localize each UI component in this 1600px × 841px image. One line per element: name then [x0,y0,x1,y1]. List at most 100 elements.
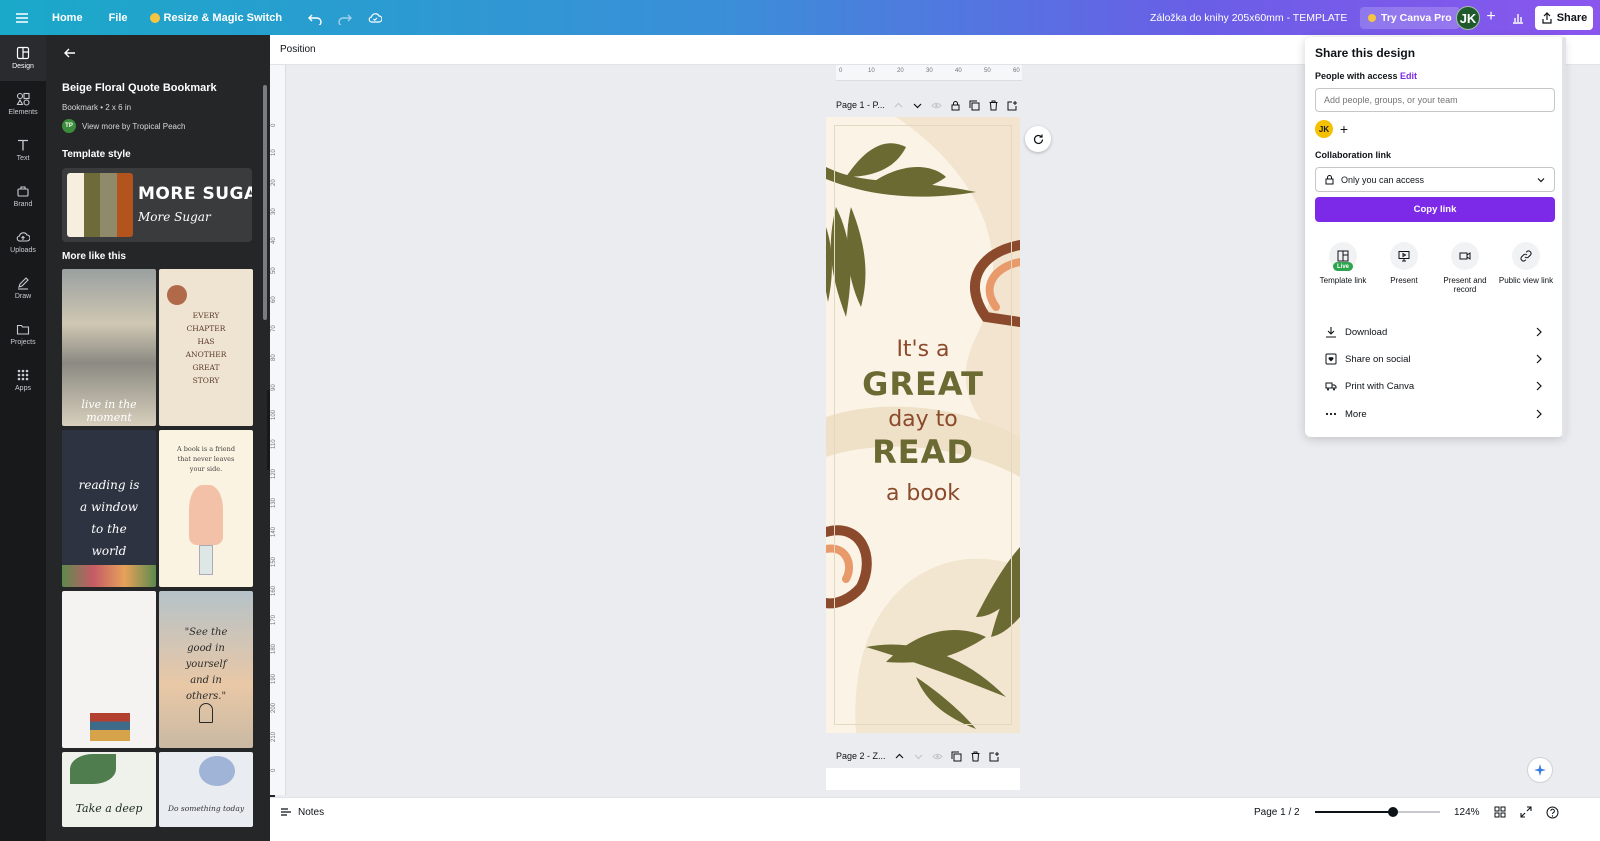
add-collaborator-button[interactable]: + [1482,8,1500,26]
template-thumbnail[interactable] [62,591,156,748]
refresh-icon [1033,134,1043,144]
apps-grid-icon [17,369,29,381]
user-avatar[interactable]: JK [1456,6,1480,30]
chevron-up-icon[interactable] [893,100,904,111]
bookmark-page-2[interactable] [826,768,1020,790]
add-member-button[interactable]: + [1335,120,1353,138]
template-thumbnail[interactable]: EVERY CHAPTER HAS ANOTHER GREAT STORY [159,269,253,426]
rail-item-elements[interactable]: Elements [0,81,46,127]
document-title[interactable]: Záložka do knihy 205x60mm - TEMPLATE [1150,0,1347,35]
bookmark-page-1[interactable]: It's a GREAT day to READ a book [826,117,1020,733]
ruler-tick-label: 0 [271,123,277,127]
page-2-label[interactable]: Page 2 - Z... [836,751,886,761]
page-1-label[interactable]: Page 1 - P... [836,100,885,110]
quote-line-5[interactable]: a book [826,481,1020,506]
rail-item-apps[interactable]: Apps [0,357,46,403]
chevron-down-icon[interactable] [912,100,923,111]
rail-item-brand[interactable]: Brand [0,173,46,219]
tulips-decoration [189,485,223,545]
member-avatar[interactable]: JK [1315,120,1333,138]
home-button[interactable]: Home [44,0,91,35]
magic-refresh-button[interactable] [1025,126,1051,152]
heart-icon [1325,353,1337,365]
leaf-decoration [70,754,116,784]
rail-label: Uploads [10,247,36,254]
rail-item-uploads[interactable]: Uploads [0,219,46,265]
add-page-icon[interactable] [989,751,1000,762]
edit-access-link[interactable]: Edit [1400,71,1417,81]
more-row[interactable]: More [1315,401,1555,427]
resize-button[interactable]: Resize & Magic Switch [142,0,291,35]
quote-line-2[interactable]: GREAT [826,365,1020,403]
duplicate-icon[interactable] [951,751,962,762]
trash-icon[interactable] [970,751,981,762]
present-and-record-option[interactable]: Present and record [1435,242,1495,294]
ruler-tick-label: 20 [271,178,277,186]
chevron-up-icon[interactable] [894,751,905,762]
template-link-option[interactable]: Live Template link [1313,242,1373,285]
style-body-sample: More Sugar [138,210,211,224]
zoom-slider[interactable] [1315,807,1440,817]
eye-icon[interactable] [931,100,942,111]
template-thumbnail[interactable]: A book is a friend that never leaves you… [159,430,253,587]
ruler-tick-label: 70 [271,325,277,333]
quote-line-1[interactable]: It's a [826,337,1020,362]
present-option[interactable]: Present [1374,242,1434,285]
share-button[interactable]: Share [1535,6,1593,30]
undo-button[interactable] [300,0,330,35]
page-counter[interactable]: Page 1 / 2 [1254,807,1300,818]
zoom-value[interactable]: 124% [1454,807,1480,818]
try-canva-pro-button[interactable]: Try Canva Pro [1360,7,1460,29]
rail-item-projects[interactable]: Projects [0,311,46,357]
chevron-down-icon[interactable] [913,751,924,762]
help-button[interactable] [1544,804,1560,820]
add-page-icon[interactable] [1007,100,1018,111]
page-2-toolbar: Page 2 - Z... [836,746,1000,766]
copy-link-button[interactable]: Copy link [1315,197,1555,222]
panel-scrollbar[interactable] [263,85,267,320]
try-pro-label: Try Canva Pro [1381,12,1452,24]
left-rail: Design Elements Text Brand Uploads Draw … [0,35,46,841]
access-select[interactable]: Only you can access [1315,167,1555,192]
rail-item-design[interactable]: Design [0,35,46,81]
zoom-slider-knob[interactable] [1387,807,1398,817]
insights-button[interactable] [1506,6,1530,30]
magic-assistant-button[interactable] [1527,757,1553,783]
redo-button[interactable] [330,0,360,35]
download-row[interactable]: Download [1315,319,1555,345]
fullscreen-button[interactable] [1518,804,1534,820]
trash-icon[interactable] [988,100,999,111]
public-view-link-option[interactable]: Public view link [1496,242,1556,285]
rail-item-draw[interactable]: Draw [0,265,46,311]
template-style-card[interactable]: MORE SUGAR More Sugar [62,168,252,242]
file-menu[interactable]: File [101,0,136,35]
share-panel-scrollbar[interactable] [1562,37,1566,442]
template-thumbnail[interactable]: reading is a window to the world [62,430,156,587]
cloud-save-button[interactable] [360,0,390,35]
thumbnail-text: Do something today [167,804,245,813]
ruler-tick-label: 10 [271,149,277,157]
notes-button[interactable]: Notes [280,806,324,818]
template-thumbnail[interactable]: live in the moment [62,269,156,426]
author-link[interactable]: TP View more by Tropical Peach [62,119,185,133]
template-thumbnail[interactable]: Take a deep [62,752,156,827]
add-people-input[interactable] [1315,88,1555,112]
duplicate-icon[interactable] [969,100,980,111]
back-arrow-icon[interactable] [62,45,78,61]
eye-icon[interactable] [931,751,943,762]
ruler-tick-label: 170 [271,615,277,626]
grid-view-button[interactable] [1492,804,1508,820]
lock-icon[interactable] [950,100,961,111]
quote-line-4[interactable]: READ [826,433,1020,471]
share-on-social-row[interactable]: Share on social [1315,346,1555,372]
ruler-tick-label: 50 [984,68,991,74]
page-1-toolbar: Page 1 - P... [836,95,1018,115]
quote-line-3[interactable]: day to [826,407,1020,432]
template-thumbnail[interactable]: Do something today [159,752,253,827]
position-button[interactable]: Position [280,44,316,55]
print-with-canva-row[interactable]: Print with Canva [1315,373,1555,399]
template-thumbnail[interactable]: "See the good in yourself and in others.… [159,591,253,748]
menu-button[interactable] [0,0,44,35]
ruler-tick-label: 110 [271,439,277,450]
rail-item-text[interactable]: Text [0,127,46,173]
